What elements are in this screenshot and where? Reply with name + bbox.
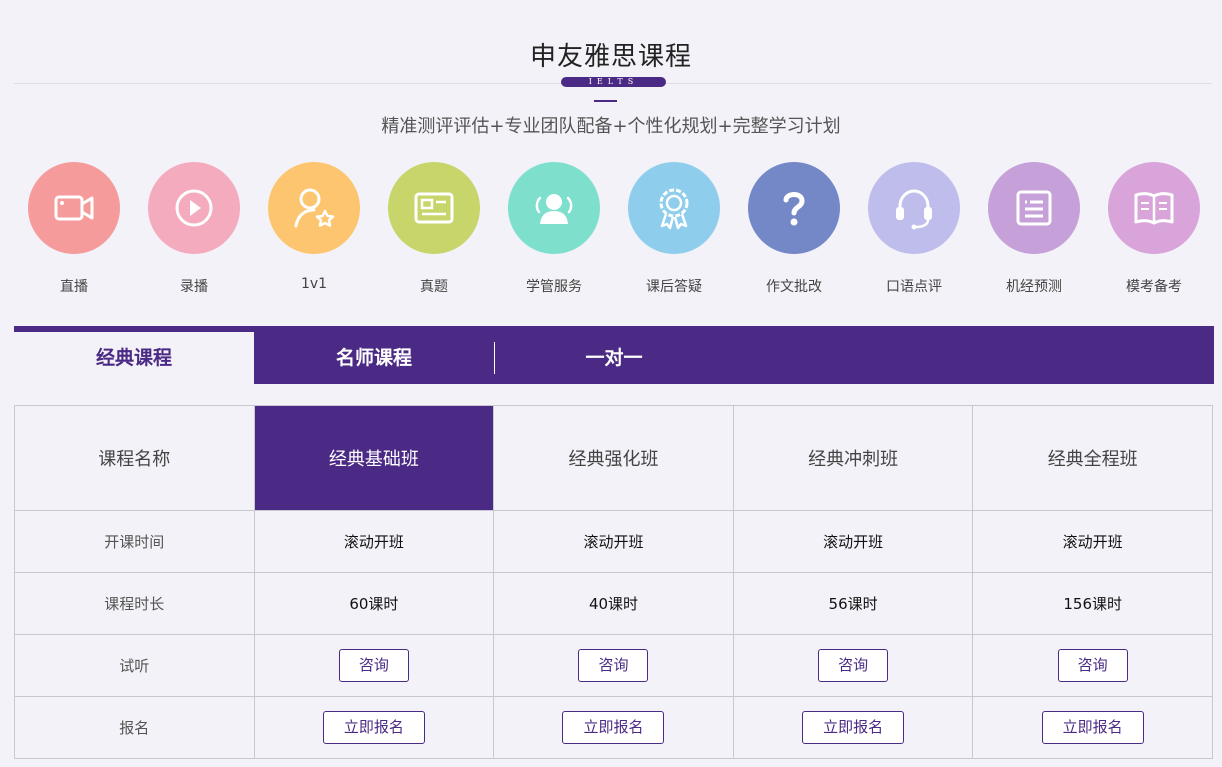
service-label: 机经预测: [1006, 279, 1062, 295]
ielts-badge: IELTS: [561, 77, 666, 87]
consult-button[interactable]: 咨询: [1057, 649, 1128, 682]
trial-cell: 咨询: [732, 634, 974, 697]
row-header: 开课时间: [14, 510, 255, 573]
service-item-1v1[interactable]: 1v1: [254, 162, 374, 292]
service-item-speaking-review[interactable]: 口语点评: [854, 162, 974, 296]
signup-cell: 立即报名: [253, 696, 495, 759]
service-item-exam-forecast[interactable]: 机经预测: [974, 162, 1094, 296]
service-item-student-management[interactable]: 学管服务: [494, 162, 614, 296]
course-name-cell[interactable]: 经典强化班: [493, 405, 734, 511]
signup-cell: 立即报名: [493, 696, 734, 759]
trial-cell: 咨询: [972, 634, 1213, 697]
course-tabs: 经典课程 名师课程 一对一: [14, 326, 1214, 384]
consult-button[interactable]: 咨询: [818, 649, 889, 682]
award-icon: [628, 162, 720, 254]
service-label: 课后答疑: [646, 279, 702, 295]
title-underline: [594, 100, 617, 102]
question-icon: [748, 162, 840, 254]
start-time-cell: 滚动开班: [253, 510, 495, 573]
table-row: 开课时间 滚动开班 滚动开班 滚动开班 滚动开班: [14, 510, 1213, 573]
service-item-recorded[interactable]: 录播: [134, 162, 254, 296]
service-label: 真题: [420, 279, 448, 295]
tab-one-on-one[interactable]: 一对一: [494, 332, 734, 384]
signup-button[interactable]: 立即报名: [802, 711, 905, 744]
row-header: 试听: [14, 634, 255, 697]
service-icons: 直播 录播 1v1 真题 学管服务 课后答疑 作文批改 口语点评 机经预测 模考…: [14, 162, 1214, 302]
book-icon: [1108, 162, 1200, 254]
course-name-cell[interactable]: 经典全程班: [972, 405, 1213, 511]
table-row: 课程时长 60课时 40课时 56课时 156课时: [14, 572, 1213, 635]
row-header: 课程名称: [14, 405, 255, 511]
duration-cell: 56课时: [732, 572, 974, 635]
service-label: 作文批改: [766, 279, 822, 295]
service-label: 录播: [180, 279, 208, 295]
consult-button[interactable]: 咨询: [578, 649, 649, 682]
trial-cell: 咨询: [253, 634, 495, 697]
start-time-cell: 滚动开班: [972, 510, 1213, 573]
course-name-cell[interactable]: 经典基础班: [253, 405, 495, 511]
service-label: 直播: [60, 279, 88, 295]
signup-button[interactable]: 立即报名: [1041, 711, 1144, 744]
duration-cell: 40课时: [493, 572, 734, 635]
team-icon: [508, 162, 600, 254]
user-star-icon: [268, 162, 360, 254]
service-item-mock-exam[interactable]: 模考备考: [1094, 162, 1214, 296]
id-card-icon: [388, 162, 480, 254]
document-icon: [988, 162, 1080, 254]
table-row: 试听 咨询 咨询 咨询 咨询: [14, 634, 1213, 697]
signup-cell: 立即报名: [732, 696, 974, 759]
section-header: 申友雅思课程 IELTS 精准测评评估+专业团队配备+个性化规划+完整学习计划: [0, 0, 1222, 140]
video-camera-icon: [28, 162, 120, 254]
signup-button[interactable]: 立即报名: [562, 711, 665, 744]
service-label: 口语点评: [886, 279, 942, 295]
service-label: 1v1: [300, 276, 328, 292]
table-row: 报名 立即报名 立即报名 立即报名 立即报名: [14, 696, 1213, 759]
row-header: 报名: [14, 696, 255, 759]
table-row: 课程名称 经典基础班 经典强化班 经典冲刺班 经典全程班: [14, 405, 1213, 511]
duration-cell: 156课时: [972, 572, 1213, 635]
signup-button[interactable]: 立即报名: [322, 711, 425, 744]
tab-classic-courses[interactable]: 经典课程: [14, 332, 254, 384]
page-title: 申友雅思课程: [529, 42, 692, 72]
row-header: 课程时长: [14, 572, 255, 635]
tab-famous-teacher-courses[interactable]: 名师课程: [254, 332, 494, 384]
service-label: 模考备考: [1126, 279, 1182, 295]
subtitle: 精准测评评估+专业团队配备+个性化规划+完整学习计划: [381, 116, 841, 137]
course-table: 课程名称 经典基础班 经典强化班 经典冲刺班 经典全程班 开课时间 滚动开班 滚…: [14, 405, 1213, 759]
start-time-cell: 滚动开班: [732, 510, 974, 573]
play-icon: [148, 162, 240, 254]
duration-cell: 60课时: [253, 572, 495, 635]
service-item-after-class-qa[interactable]: 课后答疑: [614, 162, 734, 296]
course-name-cell[interactable]: 经典冲刺班: [732, 405, 974, 511]
consult-button[interactable]: 咨询: [338, 649, 409, 682]
service-item-essay-grading[interactable]: 作文批改: [734, 162, 854, 296]
service-label: 学管服务: [526, 279, 582, 295]
start-time-cell: 滚动开班: [493, 510, 734, 573]
headset-icon: [868, 162, 960, 254]
signup-cell: 立即报名: [972, 696, 1213, 759]
service-item-real-exam[interactable]: 真题: [374, 162, 494, 296]
service-item-live[interactable]: 直播: [14, 162, 134, 296]
trial-cell: 咨询: [493, 634, 734, 697]
